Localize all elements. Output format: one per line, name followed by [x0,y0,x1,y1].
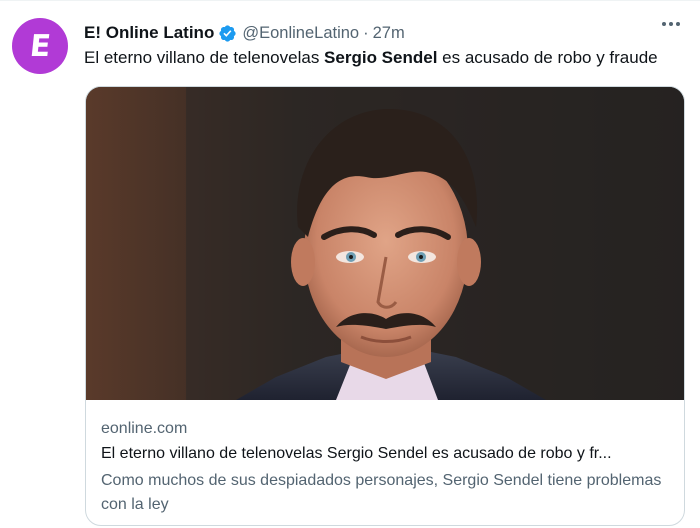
tweet-header: E! Online Latino @EonlineLatino · 27m [84,20,405,46]
tweet-text-start: El eterno villano de telenovelas [84,48,325,67]
avatar-letter: E [28,28,52,64]
avatar[interactable]: E [12,18,68,74]
tweet-text-end: es acusado de robo y fraude [437,48,658,67]
more-options-icon[interactable] [662,22,680,26]
tweet-text: El eterno villano de telenovelas Sergio … [84,48,658,68]
display-name[interactable]: E! Online Latino [84,23,214,43]
divider [0,0,700,1]
user-handle[interactable]: @EonlineLatino [242,24,359,43]
tweet[interactable]: E E! Online Latino @EonlineLatino · 27m … [0,0,700,528]
card-domain: eonline.com [101,420,188,437]
card-title[interactable]: El eterno villano de telenovelas Sergio … [101,441,669,467]
verified-badge-icon [218,24,237,43]
card-meta: eonline.com El eterno villano de telenov… [101,417,669,517]
card-description: Como muchos de sus despiadados personaje… [101,472,662,513]
man-portrait-image[interactable] [86,87,684,400]
link-card[interactable]: eonline.com El eterno villano de telenov… [85,86,685,526]
timestamp[interactable]: 27m [373,24,405,43]
tweet-text-bold: Sergio Sendel [324,48,438,67]
separator: · [363,23,369,42]
